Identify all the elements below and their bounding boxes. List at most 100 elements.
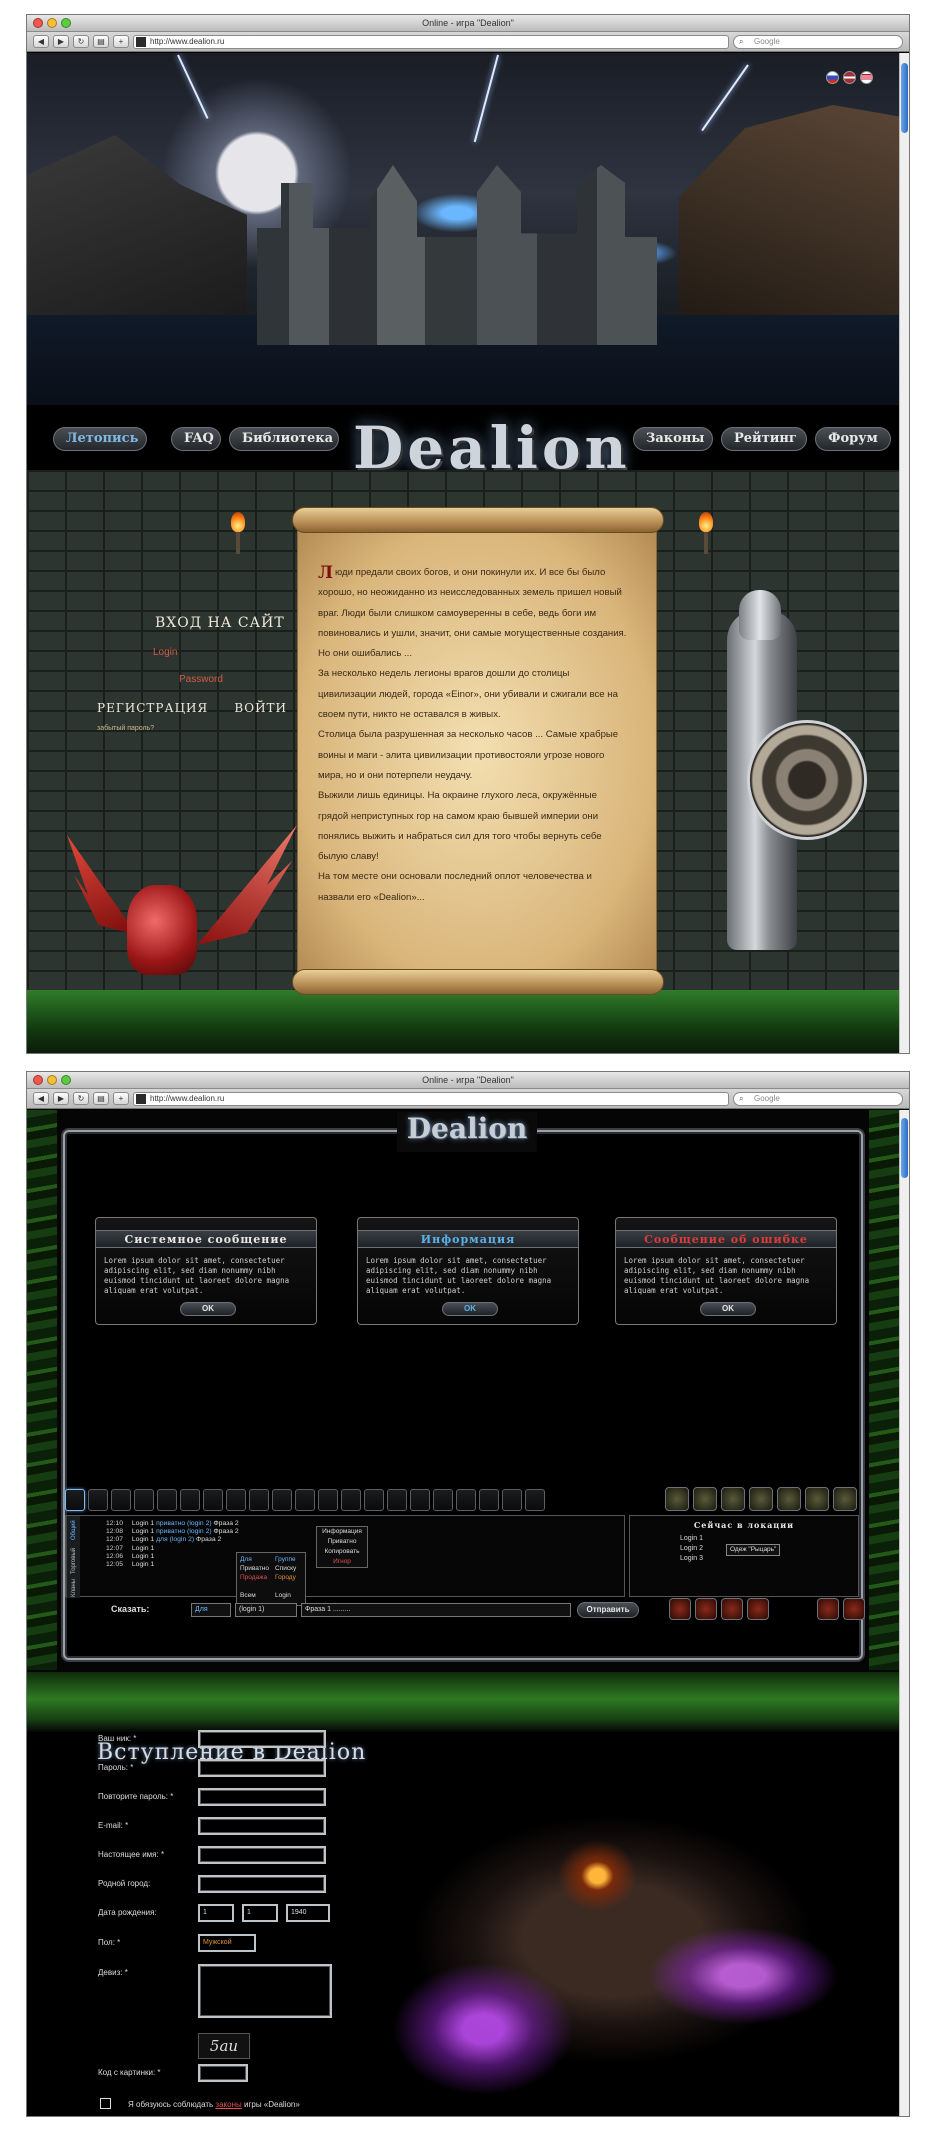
forward-icon[interactable]: ▶ [53, 35, 69, 48]
inventory-slot[interactable] [364, 1489, 384, 1511]
minimize-icon[interactable] [47, 1075, 57, 1085]
ok-button[interactable]: OK [442, 1302, 498, 1316]
password-repeat-input[interactable] [198, 1788, 326, 1806]
say-target-select[interactable]: (login 1) [235, 1603, 297, 1617]
flag-ru-icon[interactable] [826, 71, 839, 84]
ok-button[interactable]: OK [700, 1302, 756, 1316]
context-menu-item[interactable]: Информация [317, 1527, 367, 1537]
zoom-icon[interactable] [61, 1075, 71, 1085]
inventory-slot[interactable] [387, 1489, 407, 1511]
inventory-slot[interactable] [456, 1489, 476, 1511]
bookmark-icon[interactable]: ▤ [93, 35, 109, 48]
nav-faq[interactable]: FAQ [171, 427, 221, 451]
scrollbar[interactable] [899, 53, 909, 1053]
nav-laws[interactable]: Законы [633, 427, 713, 451]
inventory-slot[interactable] [134, 1489, 154, 1511]
birth-year-select[interactable]: 1940 [286, 1904, 330, 1922]
address-bar[interactable]: http://www.dealion.ru [133, 34, 729, 49]
close-icon[interactable] [33, 18, 43, 28]
inventory-slot[interactable] [203, 1489, 223, 1511]
reload-icon[interactable]: ↻ [73, 1092, 89, 1105]
gender-select[interactable]: Мужской [198, 1934, 256, 1952]
add-tab-icon[interactable]: + [113, 1092, 129, 1105]
scrollbar-thumb[interactable] [901, 1118, 908, 1178]
birth-month-select[interactable]: 1 [242, 1904, 278, 1922]
dropdown-option[interactable]: Login [275, 1591, 296, 1600]
forward-icon[interactable]: ▶ [53, 1092, 69, 1105]
context-menu-item[interactable]: Игнор [317, 1557, 367, 1567]
exit-icon[interactable] [843, 1598, 865, 1620]
nick-input[interactable] [198, 1730, 326, 1748]
register-link[interactable]: РЕГИСТРАЦИЯ [97, 701, 208, 715]
birth-day-select[interactable]: 1 [198, 1904, 234, 1922]
door-icon[interactable] [817, 1598, 839, 1620]
say-mode-select[interactable]: Для [191, 1603, 231, 1617]
nav-library[interactable]: Библиотека [229, 427, 339, 451]
nav-chronicle[interactable]: Летопись [53, 427, 147, 451]
dropdown-option[interactable]: Для [240, 1555, 269, 1564]
scrollbar[interactable] [899, 1110, 909, 2116]
chest-icon[interactable] [833, 1487, 857, 1511]
enter-button[interactable]: ВОЙТИ [234, 701, 287, 715]
inventory-slot[interactable] [226, 1489, 246, 1511]
close-icon[interactable] [33, 1075, 43, 1085]
motto-textarea[interactable] [198, 1964, 332, 2018]
helmet-icon[interactable] [693, 1487, 717, 1511]
nav-forum[interactable]: Форум [815, 427, 891, 451]
inventory-slot[interactable] [479, 1489, 499, 1511]
flag-en-icon[interactable] [860, 71, 873, 84]
email-input[interactable] [198, 1817, 326, 1835]
chat-user[interactable]: Login 1 [132, 1553, 154, 1560]
sword-icon[interactable] [749, 1487, 773, 1511]
chat-user[interactable]: Login 1 [132, 1528, 154, 1535]
map-icon[interactable] [721, 1598, 743, 1620]
scrollbar-thumb[interactable] [901, 63, 908, 133]
chat-user[interactable]: Login 1 [132, 1536, 154, 1543]
dropdown-option[interactable]: Приватно [240, 1564, 269, 1573]
location-user[interactable]: Login 3 [680, 1554, 703, 1564]
location-user[interactable]: Login 1 [680, 1534, 703, 1544]
inventory-slot[interactable] [502, 1489, 522, 1511]
add-tab-icon[interactable]: + [113, 35, 129, 48]
chat-user[interactable]: Login 1 [132, 1545, 154, 1552]
reload-icon[interactable]: ↻ [73, 35, 89, 48]
context-menu-item[interactable]: Приватно [317, 1537, 367, 1547]
inventory-slot[interactable] [65, 1489, 85, 1511]
inventory-slot[interactable] [341, 1489, 361, 1511]
inventory-slot[interactable] [410, 1489, 430, 1511]
inventory-slot[interactable] [249, 1489, 269, 1511]
address-bar[interactable]: http://www.dealion.ru [133, 1091, 729, 1106]
search-input[interactable]: ⌕ Google [733, 34, 903, 49]
login-input[interactable]: Login [153, 647, 297, 658]
location-user[interactable]: Login 2 [680, 1544, 703, 1554]
tab-chat-general[interactable]: Общий [66, 1516, 80, 1544]
scroll-icon[interactable] [777, 1487, 801, 1511]
crossed-swords-icon[interactable] [665, 1487, 689, 1511]
city-input[interactable] [198, 1875, 326, 1893]
laws-link[interactable]: законы [215, 2100, 241, 2109]
context-menu-item[interactable]: Копировать [317, 1547, 367, 1557]
tab-chat-clans[interactable]: Кланы [66, 1578, 80, 1598]
minimize-icon[interactable] [47, 18, 57, 28]
real-name-input[interactable] [198, 1846, 326, 1864]
password-input[interactable] [198, 1759, 326, 1777]
inventory-slot[interactable] [157, 1489, 177, 1511]
forgot-password-link[interactable]: забытый пароль? [97, 725, 297, 732]
password-input[interactable]: Password [179, 674, 297, 685]
dropdown-option[interactable]: Всем [240, 1591, 269, 1600]
globe-icon[interactable] [805, 1487, 829, 1511]
chat-user[interactable]: Login 1 [132, 1520, 154, 1527]
attack-icon[interactable] [669, 1598, 691, 1620]
send-button[interactable]: Отправить [577, 1602, 639, 1618]
back-icon[interactable]: ◀ [33, 35, 49, 48]
inventory-icon[interactable] [695, 1598, 717, 1620]
inventory-slot[interactable] [111, 1489, 131, 1511]
inventory-slot[interactable] [272, 1489, 292, 1511]
back-icon[interactable]: ◀ [33, 1092, 49, 1105]
nav-rating[interactable]: Рейтинг [721, 427, 807, 451]
dropdown-option[interactable]: Группе [275, 1555, 296, 1564]
dropdown-option[interactable]: Городу [275, 1573, 296, 1582]
inventory-slot[interactable] [318, 1489, 338, 1511]
chat-message-input[interactable]: Фраза 1 ......... [301, 1603, 571, 1617]
chat-user[interactable]: Login 1 [132, 1561, 154, 1568]
